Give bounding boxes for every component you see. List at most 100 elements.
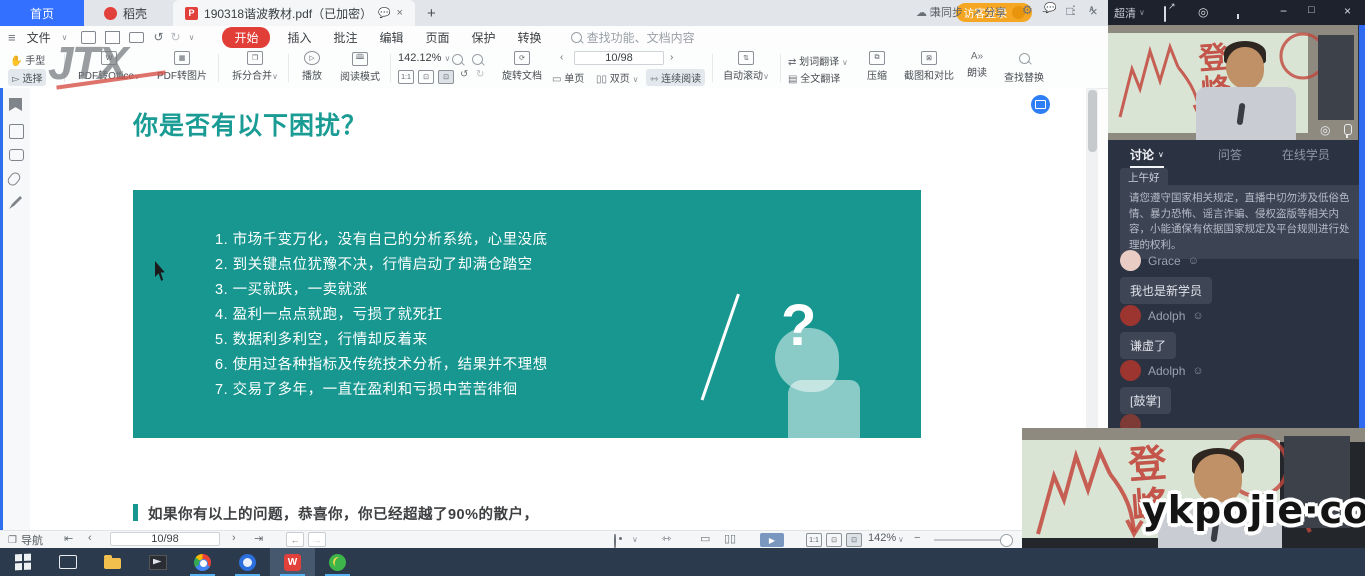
viewer-eye-icon[interactable]: ◎ xyxy=(1320,123,1330,137)
start-button[interactable] xyxy=(0,548,45,576)
quality-selector[interactable]: 超清 xyxy=(1114,5,1136,21)
tab-close-icon[interactable]: × xyxy=(397,7,403,19)
image-panel-icon[interactable] xyxy=(9,124,24,139)
read-aloud-button[interactable]: A» 朗读 xyxy=(962,51,992,79)
zoom-in-button[interactable] xyxy=(472,54,483,68)
search-box[interactable]: 查找功能、文档内容 xyxy=(571,29,695,46)
play-button[interactable]: ▷ 播放 xyxy=(294,51,330,82)
tab-online-students[interactable]: 在线学员 xyxy=(1282,146,1330,163)
scrollbar-thumb[interactable] xyxy=(1088,90,1097,152)
status-zoom-value[interactable]: 142% xyxy=(868,532,896,544)
status-zoom-caret-icon[interactable]: ∨ xyxy=(898,535,904,544)
fit-width-button[interactable]: ⊡ xyxy=(438,70,454,84)
fit-page-status-button[interactable]: ⊡ xyxy=(826,533,842,547)
hand-tool-button[interactable]: ✋ 手型 xyxy=(10,52,45,67)
continuous-read-button[interactable]: ⇿ 连续阅读 xyxy=(646,69,705,86)
status-page-input[interactable]: 10/98 xyxy=(110,532,220,546)
rotate-right-icon[interactable]: ↻ xyxy=(476,69,484,80)
menu-protect[interactable]: 保护 xyxy=(461,29,507,46)
live-close-button[interactable]: × xyxy=(1344,4,1351,18)
browser-button[interactable] xyxy=(225,548,270,576)
history-forward-button[interactable]: → xyxy=(308,532,326,547)
fit-width-status-icon[interactable]: ⇿ xyxy=(662,532,671,545)
redo-icon[interactable]: ↻ xyxy=(171,30,181,44)
fit-width-status-button[interactable]: ⊡ xyxy=(846,533,862,547)
new-tab-button[interactable]: + xyxy=(427,5,436,22)
live-maximize-button[interactable]: □ xyxy=(1308,4,1315,16)
live-video[interactable]: 登峰 ◎ xyxy=(1108,25,1358,140)
task-view-button[interactable] xyxy=(45,548,90,576)
tab-discuss-caret-icon[interactable]: ∨ xyxy=(1158,150,1164,159)
word-translate-button[interactable]: ⇄ 划词翻译 ∨ xyxy=(788,53,848,68)
menu-comment[interactable]: 批注 xyxy=(322,29,368,46)
prev-page-status-icon[interactable]: ‹ xyxy=(88,532,92,544)
rotate-left-icon[interactable]: ↺ xyxy=(460,69,468,80)
music-app-button[interactable] xyxy=(315,548,360,576)
menu-page[interactable]: 页面 xyxy=(415,29,461,46)
file-explorer-button[interactable] xyxy=(90,548,135,576)
wps-taskbar-button[interactable]: W xyxy=(270,548,315,576)
feedback-bubble-icon[interactable]: 💬 xyxy=(1044,3,1056,14)
save-icon[interactable] xyxy=(105,31,120,44)
rotate-doc-button[interactable]: ⟳ 旋转文档 xyxy=(496,51,548,82)
find-replace-button[interactable]: 查找替换 xyxy=(998,51,1050,84)
collapse-ribbon-icon[interactable]: ∧ xyxy=(1088,4,1095,15)
quickbar-caret-icon[interactable]: ∨ xyxy=(189,33,195,42)
sync-status[interactable]: ☁ 未同步 xyxy=(916,4,963,20)
zoom-out-button[interactable] xyxy=(452,54,463,68)
tab-qa[interactable]: 问答 xyxy=(1218,146,1242,163)
compress-button[interactable]: ⧉ 压缩 xyxy=(862,51,892,82)
menu-edit[interactable]: 编辑 xyxy=(369,29,415,46)
split-merge-button[interactable]: ❐ 拆分合并∨ xyxy=(226,51,284,82)
zoom-slider-knob[interactable] xyxy=(1000,534,1013,547)
tab-discuss[interactable]: 讨论 xyxy=(1130,146,1154,163)
tab-comment-icon[interactable]: 💬 xyxy=(378,8,390,19)
screen-recorder-button[interactable] xyxy=(135,548,180,576)
undo-icon[interactable]: ↺ xyxy=(153,30,163,44)
menu-convert[interactable]: 转换 xyxy=(507,29,553,46)
tab-home[interactable]: 首页 xyxy=(0,0,84,26)
read-mode-button[interactable]: 🕮 阅读模式 xyxy=(334,51,386,83)
eye-protect-button[interactable] xyxy=(614,535,616,547)
zoom-slider-track[interactable] xyxy=(934,539,1006,541)
record-icon[interactable]: ◎ xyxy=(1198,5,1208,19)
menu-start[interactable]: 开始 xyxy=(222,27,270,48)
menu-file[interactable]: 文件 xyxy=(16,29,62,46)
tab-docer[interactable]: 稻壳 xyxy=(92,0,159,26)
bookmark-icon[interactable] xyxy=(9,98,22,111)
next-page-status-icon[interactable]: › xyxy=(232,532,236,544)
prev-page-icon[interactable]: ‹ xyxy=(560,52,563,63)
zoom-minus-button[interactable]: − xyxy=(914,532,920,544)
signature-icon[interactable] xyxy=(9,196,22,209)
full-translate-button[interactable]: ▤ 全文翻译 xyxy=(788,70,840,85)
screenshot-compare-button[interactable]: ⊠ 截图和对比 xyxy=(898,51,960,82)
pdf-page[interactable]: 你是否有以下困扰？ 1. 市场千变万化，没有自己的分析系统，心里没底 2. 到关… xyxy=(30,88,1086,530)
page-number-input[interactable]: 10/98 xyxy=(574,51,664,65)
pdf-to-image-button[interactable]: ▦ PDF转图片 xyxy=(150,51,214,82)
menu-insert[interactable]: 插入 xyxy=(276,29,322,46)
auto-scroll-button[interactable]: ⇅ 自动滚动∨ xyxy=(718,51,774,82)
last-page-icon[interactable]: ⇥ xyxy=(254,532,263,545)
hamburger-icon[interactable]: ≡ xyxy=(8,30,16,45)
audio-mic-icon[interactable] xyxy=(1344,124,1352,135)
float-widget-button[interactable] xyxy=(1031,95,1050,114)
single-page-status-icon[interactable]: ▭ xyxy=(700,532,710,545)
fit-page-button[interactable]: ⊡ xyxy=(418,70,434,84)
select-tool-button[interactable]: ▻ 选择 xyxy=(8,69,46,86)
first-page-icon[interactable]: ⇤ xyxy=(64,532,73,545)
zoom-value-dropdown[interactable]: 142.12% ∨ xyxy=(398,52,450,64)
more-dots-icon[interactable]: ⋮ xyxy=(1068,3,1080,17)
double-page-button[interactable]: ▯▯ 双页 ∨ xyxy=(596,70,638,85)
chrome-button[interactable] xyxy=(180,548,225,576)
single-page-button[interactable]: ▭ 单页 xyxy=(552,70,584,85)
actual-size-status-button[interactable]: 1:1 xyxy=(806,533,822,547)
settings-gear-icon[interactable]: ⚙ xyxy=(1022,3,1033,17)
eye-protect-caret-icon[interactable]: ∨ xyxy=(632,535,638,544)
print-icon[interactable] xyxy=(129,32,144,43)
tab-document[interactable]: P 190318谐波教材.pdf（已加密） 💬 × xyxy=(173,0,415,26)
open-icon[interactable] xyxy=(81,31,96,44)
pdf-to-office-button[interactable]: W PDF转Office∨ xyxy=(72,51,146,82)
share-button[interactable]: ↗ 分享 xyxy=(972,4,1006,20)
comment-panel-icon[interactable] xyxy=(9,149,24,161)
live-minimize-button[interactable]: − xyxy=(1280,4,1287,18)
